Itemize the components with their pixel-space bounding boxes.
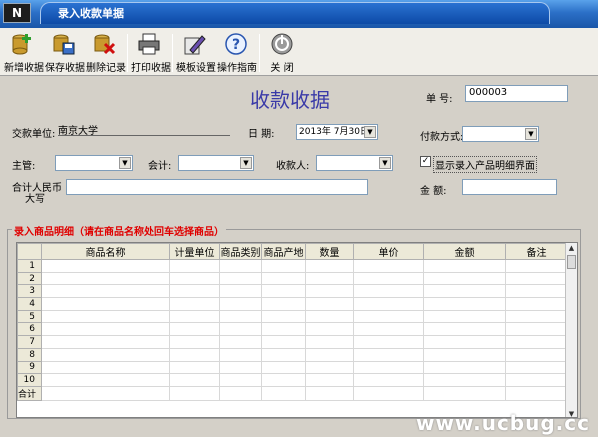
- delete-database-icon: [94, 34, 116, 55]
- table-row[interactable]: 9: [17, 360, 568, 375]
- table-row[interactable]: 6: [17, 322, 568, 337]
- power-icon: [271, 33, 293, 55]
- table-row[interactable]: 2: [17, 271, 568, 286]
- close-label: 关 闭: [270, 63, 294, 74]
- row-number: 4: [17, 297, 42, 311]
- supervisor-select[interactable]: ▼: [55, 155, 133, 171]
- column-header-amount[interactable]: 金额: [423, 243, 506, 260]
- template-settings-label: 模板设置: [176, 63, 216, 74]
- table-row[interactable]: 7: [17, 335, 568, 349]
- show-detail-checkbox[interactable]: ✓: [420, 156, 431, 167]
- table-row[interactable]: 8: [17, 347, 568, 362]
- save-receipt-label: 保存收据: [45, 63, 85, 74]
- operation-guide-label: 操作指南: [217, 63, 257, 74]
- new-receipt-label: 新增收据: [4, 63, 44, 74]
- chevron-down-icon[interactable]: ▼: [364, 126, 376, 138]
- row-number: 5: [17, 309, 42, 324]
- row-number: 9: [17, 360, 42, 375]
- detail-grid[interactable]: 商品名称 计量单位 商品类别 商品产地 数量 单价 金额 备注 1 2 3 4 …: [16, 242, 578, 418]
- toolbar: 新增收据 保存收据 删除记录 打印收据 模板设置 ? 操作指南 关 闭: [0, 28, 598, 76]
- new-database-icon: [12, 34, 31, 55]
- row-number: 1: [17, 259, 42, 273]
- help-icon: ?: [225, 33, 247, 55]
- chevron-down-icon[interactable]: ▼: [240, 157, 252, 169]
- accountant-label: 会计:: [148, 161, 172, 172]
- operation-guide-button[interactable]: ? 操作指南: [217, 32, 257, 74]
- window-title: 录入收款单据: [58, 7, 124, 20]
- scroll-up-icon[interactable]: ▲: [566, 243, 577, 253]
- app-logo-icon[interactable]: N: [3, 3, 31, 23]
- scroll-thumb[interactable]: [567, 255, 576, 269]
- print-receipt-button[interactable]: 打印收据: [131, 32, 171, 74]
- watermark: www.ucbug.cc: [415, 411, 590, 435]
- row-number: 3: [17, 284, 42, 299]
- svg-text:?: ?: [232, 37, 240, 53]
- detail-table: 商品名称 计量单位 商品类别 商品产地 数量 单价 金额 备注 1 2 3 4 …: [17, 243, 568, 401]
- total-label: 合计: [17, 385, 42, 401]
- table-row[interactable]: 3: [17, 284, 568, 299]
- show-detail-label[interactable]: 显示录入产品明细界面: [433, 156, 537, 173]
- accountant-select[interactable]: ▼: [178, 155, 254, 171]
- template-edit-icon: [184, 35, 206, 55]
- column-header-rownum: [17, 243, 42, 260]
- table-row[interactable]: 1: [17, 259, 568, 273]
- doc-no-label: 单 号:: [426, 94, 453, 105]
- amount-label: 金 额:: [420, 186, 447, 197]
- date-label: 日 期:: [248, 129, 275, 140]
- template-settings-button[interactable]: 模板设置: [176, 32, 216, 74]
- printer-icon: [138, 33, 160, 55]
- close-button[interactable]: 关 闭: [264, 32, 300, 74]
- doc-no-field[interactable]: 000003: [465, 85, 568, 102]
- receipt-form: 收款收据 单 号: 000003 交款单位: 南京大学 日 期: 2013年 7…: [0, 77, 598, 437]
- table-row[interactable]: 10: [17, 373, 568, 387]
- date-value: 2013年 7月30日: [299, 127, 369, 137]
- vertical-scrollbar[interactable]: ▲ ▼: [565, 243, 577, 417]
- save-receipt-button[interactable]: 保存收据: [45, 32, 85, 74]
- column-header-category[interactable]: 商品类别: [219, 243, 262, 260]
- amount-field[interactable]: [462, 179, 557, 195]
- supervisor-label: 主管:: [12, 161, 36, 172]
- title-bar: N 录入收款单据: [0, 0, 598, 28]
- payment-method-select[interactable]: ▼: [462, 126, 539, 142]
- row-number: 7: [17, 335, 42, 349]
- table-total-row: 合计: [17, 385, 568, 401]
- row-number: 10: [17, 373, 42, 387]
- print-receipt-label: 打印收据: [131, 63, 171, 74]
- toolbar-separator: [127, 34, 128, 72]
- payment-method-label: 付款方式:: [420, 132, 464, 143]
- column-header-quantity[interactable]: 数量: [305, 243, 354, 260]
- total-rmb-field[interactable]: [66, 179, 368, 195]
- delete-record-button[interactable]: 删除记录: [86, 32, 126, 74]
- row-number: 2: [17, 271, 42, 286]
- chevron-down-icon[interactable]: ▼: [379, 157, 391, 169]
- date-picker[interactable]: 2013年 7月30日 ▼: [296, 124, 378, 140]
- chevron-down-icon[interactable]: ▼: [119, 157, 131, 169]
- cashier-select[interactable]: ▼: [316, 155, 393, 171]
- form-heading: 收款收据: [250, 88, 330, 112]
- column-header-product-name[interactable]: 商品名称: [41, 243, 170, 260]
- save-database-icon: [53, 34, 75, 55]
- chevron-down-icon[interactable]: ▼: [525, 128, 537, 140]
- total-rmb-label-uppercase: 大写: [25, 194, 45, 205]
- column-header-unit[interactable]: 计量单位: [169, 243, 220, 260]
- toolbar-separator: [259, 34, 260, 72]
- row-number: 8: [17, 347, 42, 362]
- cashier-label: 收款人:: [276, 161, 310, 172]
- payer-field[interactable]: 南京大学: [58, 122, 230, 137]
- column-header-remark[interactable]: 备注: [505, 243, 568, 260]
- table-header-row: 商品名称 计量单位 商品类别 商品产地 数量 单价 金额 备注: [17, 243, 568, 260]
- detail-title: 录入商品明细（请在商品名称处回车选择商品）: [12, 223, 226, 238]
- table-row[interactable]: 5: [17, 309, 568, 324]
- column-header-origin[interactable]: 商品产地: [261, 243, 306, 260]
- column-header-unit-price[interactable]: 单价: [353, 243, 424, 260]
- table-row[interactable]: 4: [17, 297, 568, 311]
- row-number: 6: [17, 322, 42, 337]
- payer-label: 交款单位:: [12, 129, 56, 140]
- toolbar-separator: [172, 34, 173, 72]
- new-receipt-button[interactable]: 新增收据: [4, 32, 44, 74]
- delete-record-label: 删除记录: [86, 63, 126, 74]
